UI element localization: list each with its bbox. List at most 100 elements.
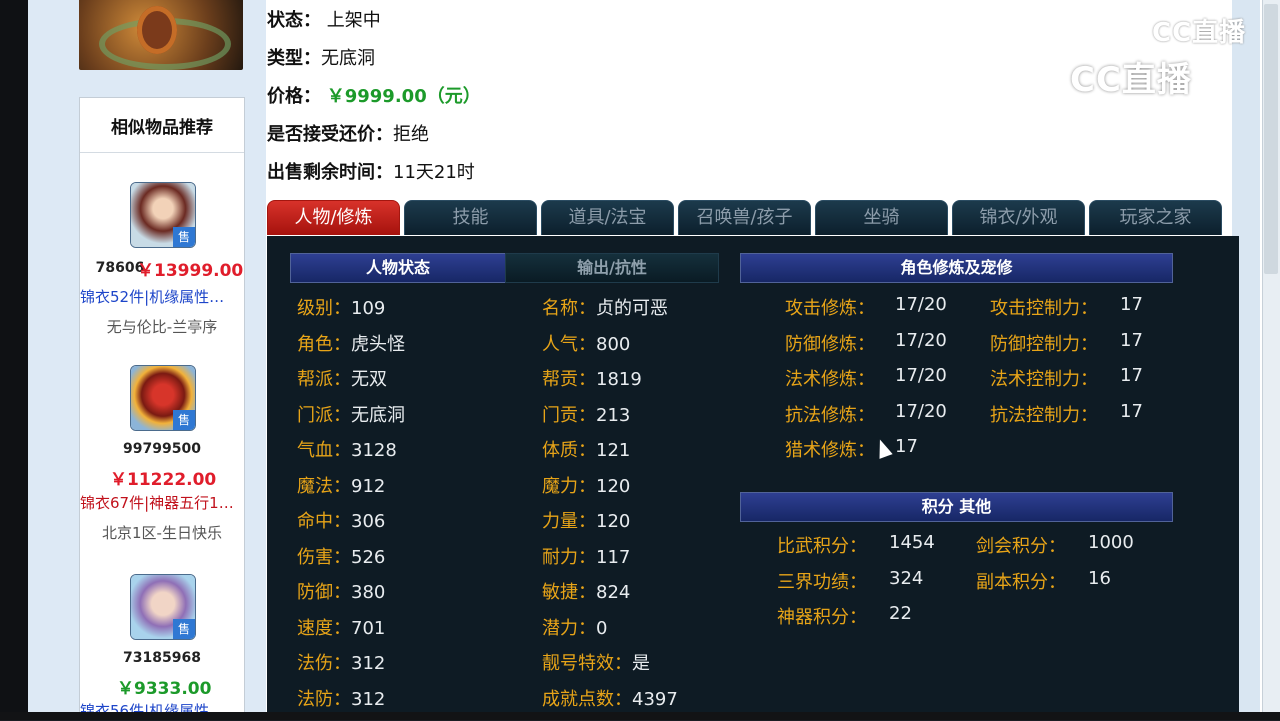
stat-label: 潜力： (542, 617, 596, 639)
bargain-value: 拒绝 (393, 124, 429, 145)
stat-value: 0 (596, 617, 608, 639)
value-text: 17/20 (895, 400, 947, 422)
tab-skills[interactable]: 技能 (404, 200, 537, 235)
stat-row: 人气：800 (542, 330, 630, 356)
stat-row: 伤害：526 (297, 543, 385, 569)
label-text: 猎术修炼： (785, 440, 875, 461)
stat-row: 防御：380 (297, 578, 385, 604)
status-row: 状态： 上架中 (267, 6, 381, 32)
stat-value: 是 (632, 653, 650, 674)
section-character-status[interactable]: 人物状态 (290, 253, 506, 283)
stat-label: 魔法： (297, 475, 351, 497)
stat-label: 体质： (542, 440, 596, 461)
stat-value: 800 (596, 333, 631, 355)
tag-attribute[interactable]: |神器五行1… (144, 494, 234, 512)
tab-mounts[interactable]: 坐骑 (815, 200, 948, 235)
stat-label: 成就点数： (542, 688, 632, 710)
similar-item-tags[interactable]: 锦衣67件|神器五行1… (80, 492, 244, 513)
stat-row: 帮贡：1819 (542, 365, 642, 391)
label-text: 攻击修炼： (785, 298, 875, 319)
cell-value: 17 (1120, 365, 1143, 386)
stat-label: 法防： (297, 688, 351, 710)
value-text: 17 (1120, 365, 1143, 386)
stat-value: 526 (351, 546, 386, 568)
tab-character[interactable]: 人物/修炼 (267, 200, 400, 235)
stat-value: 824 (596, 582, 631, 603)
stat-row: 门派：无底洞 (297, 401, 405, 427)
stat-value: 701 (351, 617, 386, 639)
cell-label: 攻击修炼： (785, 294, 875, 320)
section-output-resistance[interactable]: 输出/抗性 (505, 253, 719, 283)
price-value: ￥9999.00（元） (326, 86, 481, 107)
stat-value: 虎头怪 (351, 333, 405, 355)
cell-label: 猎术修炼： (785, 436, 875, 462)
stat-value: 121 (596, 440, 631, 461)
label-text: 防御修炼： (785, 333, 875, 355)
stat-label: 名称： (542, 298, 596, 319)
tag-outfit[interactable]: 锦衣67件 (80, 494, 144, 512)
status-value: 上架中 (326, 10, 381, 31)
bargain-label: 是否接受还价： (267, 124, 393, 145)
cell-label: 比武积分： (777, 532, 867, 558)
character-panel: 人物状态 输出/抗性 级别：109 角色：虎头怪 帮派：无双 门派：无底洞 气血：312… (267, 236, 1239, 712)
stat-label: 速度： (297, 617, 351, 639)
cell-label: 三界功绩： (777, 568, 867, 594)
remaining-time-value: 11天21时 (393, 162, 475, 183)
stat-value: 912 (351, 475, 386, 497)
cell-value: 17/20 (895, 401, 947, 422)
tag-attribute[interactable]: |机缘属性… (144, 288, 224, 306)
value-text: 17 (1120, 294, 1143, 315)
similar-item-avatar[interactable]: 售 (130, 574, 196, 640)
tab-home[interactable]: 玩家之家 (1089, 200, 1222, 235)
similar-item-price: ￥13999.00 (137, 261, 244, 281)
sell-badge: 售 (173, 619, 195, 639)
cell-value: 17 (1120, 401, 1143, 422)
stat-value: 贞的可恶 (596, 298, 668, 319)
label-text: 比武积分： (777, 536, 867, 557)
cell-label: 神器积分： (777, 603, 867, 629)
stat-label: 敏捷： (542, 582, 596, 603)
type-row: 类型：无底洞 (267, 44, 375, 70)
stat-label: 防御： (297, 582, 351, 603)
stat-row: 法防：312 (297, 685, 385, 711)
stat-label: 门贡： (542, 404, 596, 426)
stat-value: 312 (351, 688, 386, 710)
stat-value: 120 (596, 475, 631, 497)
sell-badge: 售 (173, 227, 195, 247)
stat-label: 命中： (297, 511, 351, 532)
stat-value: 213 (596, 404, 631, 426)
stat-value: 120 (596, 511, 631, 532)
similar-item-tags[interactable]: 锦衣52件|机缘属性… (80, 286, 244, 307)
stat-row: 耐力：117 (542, 543, 630, 569)
stat-label: 耐力： (542, 546, 596, 568)
tag-outfit[interactable]: 锦衣52件 (80, 288, 144, 306)
watermark-small: CC直播 (1152, 18, 1247, 48)
sell-badge: 售 (173, 410, 195, 430)
similar-item-price: ￥11222.00 (110, 470, 217, 490)
similar-item-id: 73185968 (123, 650, 201, 666)
stat-label: 帮派： (297, 369, 351, 390)
similar-items-panel: 相似物品推荐 售 78606 ￥13999.00 锦衣52件|机缘属性… 无与伦… (79, 97, 245, 720)
stat-row: 命中：306 (297, 507, 385, 533)
watermark-large: CC直播 (1070, 60, 1192, 100)
stat-row: 法伤：312 (297, 649, 385, 675)
stat-label: 人气： (542, 333, 596, 355)
similar-item-avatar[interactable]: 售 (130, 182, 196, 248)
label-text: 攻击控制力： (990, 298, 1098, 319)
similar-item-avatar[interactable]: 售 (130, 365, 196, 431)
value-text: 17/20 (895, 294, 947, 315)
stat-row: 速度：701 (297, 614, 385, 640)
label-text: 神器积分： (777, 607, 867, 628)
cell-value: 17/20 (895, 294, 947, 315)
cc-live-watermark: CC直播 CC直播 (1070, 12, 1280, 102)
thumbnail-character (137, 6, 177, 54)
stat-label: 级别： (297, 298, 351, 319)
section-cultivation: 角色修炼及宠修 (740, 253, 1173, 283)
tab-items[interactable]: 道具/法宝 (541, 200, 674, 235)
value-text: 17 (1120, 329, 1143, 351)
cell-label: 防御修炼： (785, 330, 875, 356)
price-row: 价格： ￥9999.00（元） (267, 82, 481, 108)
tab-pets[interactable]: 召唤兽/孩子 (678, 200, 811, 235)
price-label: 价格： (267, 86, 321, 107)
tab-appearance[interactable]: 锦衣/外观 (952, 200, 1085, 235)
